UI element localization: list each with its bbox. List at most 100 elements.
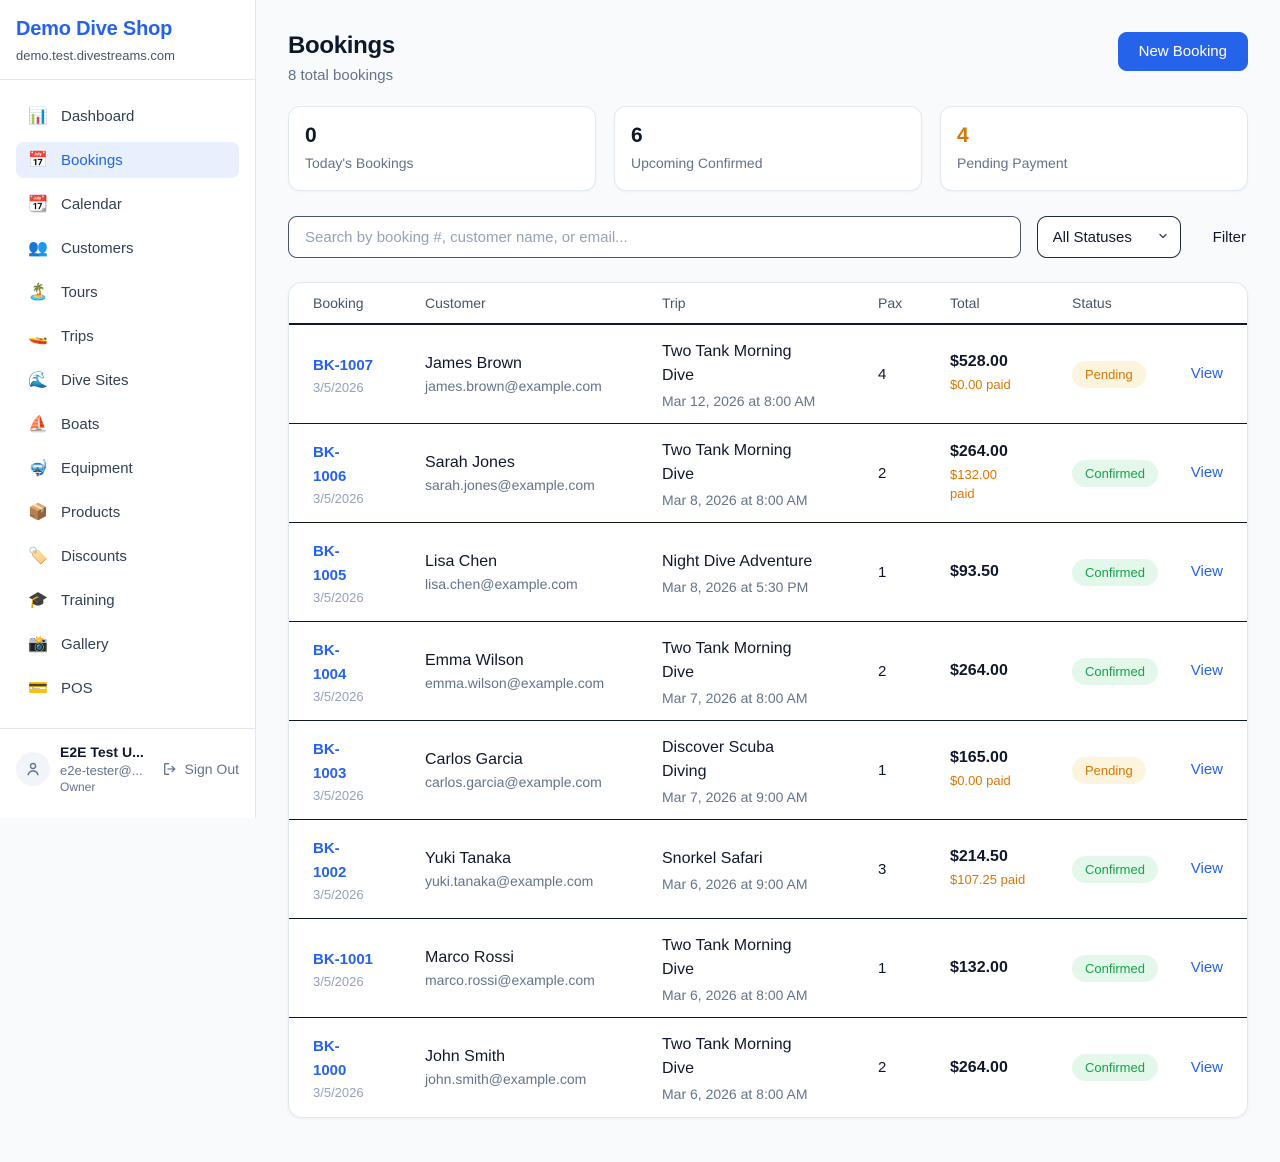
view-link[interactable]: View [1191,365,1223,382]
sidebar-nav-item[interactable]: 📸 Gallery [16,626,239,662]
trip-name: Two Tank Morning Dive [662,439,878,487]
sidebar-nav-item[interactable]: 📅 Bookings [16,142,239,178]
new-booking-button[interactable]: New Booking [1118,32,1248,71]
booking-id-link[interactable]: BK- 1000 [313,1035,346,1083]
table-row: BK- 1005 3/5/2026 Lisa Chen lisa.chen@ex… [289,523,1247,622]
status-badge: Confirmed [1072,559,1158,586]
trip-datetime: Mar 8, 2026 at 5:30 PM [662,579,878,595]
search-input[interactable] [288,216,1021,258]
stat-label: Upcoming Confirmed [631,155,905,171]
trip-name: Two Tank Morning Dive [662,340,878,388]
paid-amount: $132.00 paid [950,466,1072,504]
customer-name: Sarah Jones [425,454,662,472]
view-link[interactable]: View [1191,563,1223,580]
table-row: BK- 1006 3/5/2026 Sarah Jones sarah.jone… [289,424,1247,523]
nav-item-label: Boats [61,416,99,433]
trip-datetime: Mar 6, 2026 at 9:00 AM [662,876,878,892]
status-badge: Pending [1072,361,1146,388]
booking-id-link[interactable]: BK- 1005 [313,540,346,588]
nav-item-icon: 📸 [28,634,48,654]
customer-name: Marco Rossi [425,949,662,967]
nav-item-icon: 🤿 [28,458,48,478]
nav-item-icon: 🎓 [28,590,48,610]
nav-item-label: Tours [61,284,98,301]
booking-id-link[interactable]: BK- 1002 [313,837,346,885]
trip-name: Two Tank Morning Dive [662,934,878,982]
stat-value: 4 [957,124,1231,148]
booking-id-link[interactable]: BK- 1004 [313,639,346,687]
table-body: BK-1007 3/5/2026 James Brown james.brown… [289,325,1247,1117]
table-column-header: Booking [313,295,425,311]
table-row: BK- 1000 3/5/2026 John Smith john.smith@… [289,1018,1247,1117]
sidebar-nav-item[interactable]: 🌊 Dive Sites [16,362,239,398]
nav-item-label: Dive Sites [61,372,129,389]
view-link[interactable]: View [1191,464,1223,481]
table-column-header: Total [950,295,1072,311]
booking-id-link[interactable]: BK-1001 [313,948,373,972]
shop-name: Demo Dive Shop [16,18,239,41]
stat-value: 6 [631,124,905,148]
table-row: BK-1007 3/5/2026 James Brown james.brown… [289,325,1247,424]
sidebar-nav-item[interactable]: 📊 Dashboard [16,98,239,134]
status-filter-select[interactable]: All Statuses [1037,216,1181,258]
user-email: e2e-tester@... [60,762,144,780]
booking-date: 3/5/2026 [313,590,425,605]
customer-name: Lisa Chen [425,553,662,571]
trip-datetime: Mar 12, 2026 at 8:00 AM [662,393,878,409]
sidebar-nav-item[interactable]: 🚤 Trips [16,318,239,354]
sidebar-nav-item[interactable]: 🏷️ Discounts [16,538,239,574]
view-link[interactable]: View [1191,860,1223,877]
sidebar-nav-item[interactable]: 🏝️ Tours [16,274,239,310]
status-badge: Confirmed [1072,1054,1158,1081]
customer-email: emma.wilson@example.com [425,675,662,691]
trip-datetime: Mar 7, 2026 at 9:00 AM [662,789,878,805]
customer-email: lisa.chen@example.com [425,576,662,592]
view-link[interactable]: View [1191,761,1223,778]
total-amount: $264.00 [950,1059,1072,1077]
sidebar-nav-item[interactable]: 💳 POS [16,670,239,706]
sidebar-nav-item[interactable]: 🤿 Equipment [16,450,239,486]
view-link[interactable]: View [1191,662,1223,679]
view-link[interactable]: View [1191,1059,1223,1076]
total-amount: $93.50 [950,563,1072,581]
table-column-header: Status [1072,295,1188,311]
booking-id-link[interactable]: BK- 1003 [313,738,346,786]
sign-out-icon [162,761,178,777]
sidebar-nav-item[interactable]: ⛵ Boats [16,406,239,442]
nav-item-label: Calendar [61,196,122,213]
stat-card: 4 Pending Payment [940,106,1248,191]
stat-card: 0 Today's Bookings [288,106,596,191]
sign-out-button[interactable]: Sign Out [162,761,239,777]
brand: Demo Dive Shop demo.test.divestreams.com [0,0,255,80]
user-avatar [16,752,50,786]
total-amount: $132.00 [950,959,1072,977]
table-row: BK- 1002 3/5/2026 Yuki Tanaka yuki.tanak… [289,820,1247,919]
stat-value: 0 [305,124,579,148]
shop-domain: demo.test.divestreams.com [16,48,239,63]
trip-name: Discover Scuba Diving [662,736,878,784]
customer-email: sarah.jones@example.com [425,477,662,493]
nav-item-icon: 📆 [28,194,48,214]
booking-id-link[interactable]: BK- 1006 [313,441,346,489]
sidebar-nav-item[interactable]: 👥 Customers [16,230,239,266]
page-header: Bookings 8 total bookings New Booking [288,32,1248,84]
status-badge: Confirmed [1072,856,1158,883]
toolbar: All Statuses Filter [288,216,1248,258]
customer-email: yuki.tanaka@example.com [425,873,662,889]
filter-button[interactable]: Filter [1213,229,1246,246]
pax-count: 1 [878,762,950,779]
view-link[interactable]: View [1191,959,1223,976]
total-amount: $165.00 [950,749,1072,767]
pax-count: 4 [878,366,950,383]
sidebar-nav-item[interactable]: 📆 Calendar [16,186,239,222]
pax-count: 1 [878,960,950,977]
nav-item-icon: ⛵ [28,414,48,434]
booking-id-link[interactable]: BK-1007 [313,354,373,378]
total-amount: $264.00 [950,662,1072,680]
sidebar-nav-item[interactable]: 📦 Products [16,494,239,530]
sidebar-nav-item[interactable]: 🎓 Training [16,582,239,618]
status-badge: Confirmed [1072,955,1158,982]
nav-item-icon: 💳 [28,678,48,698]
pax-count: 2 [878,465,950,482]
paid-amount: $0.00 paid [950,772,1072,791]
